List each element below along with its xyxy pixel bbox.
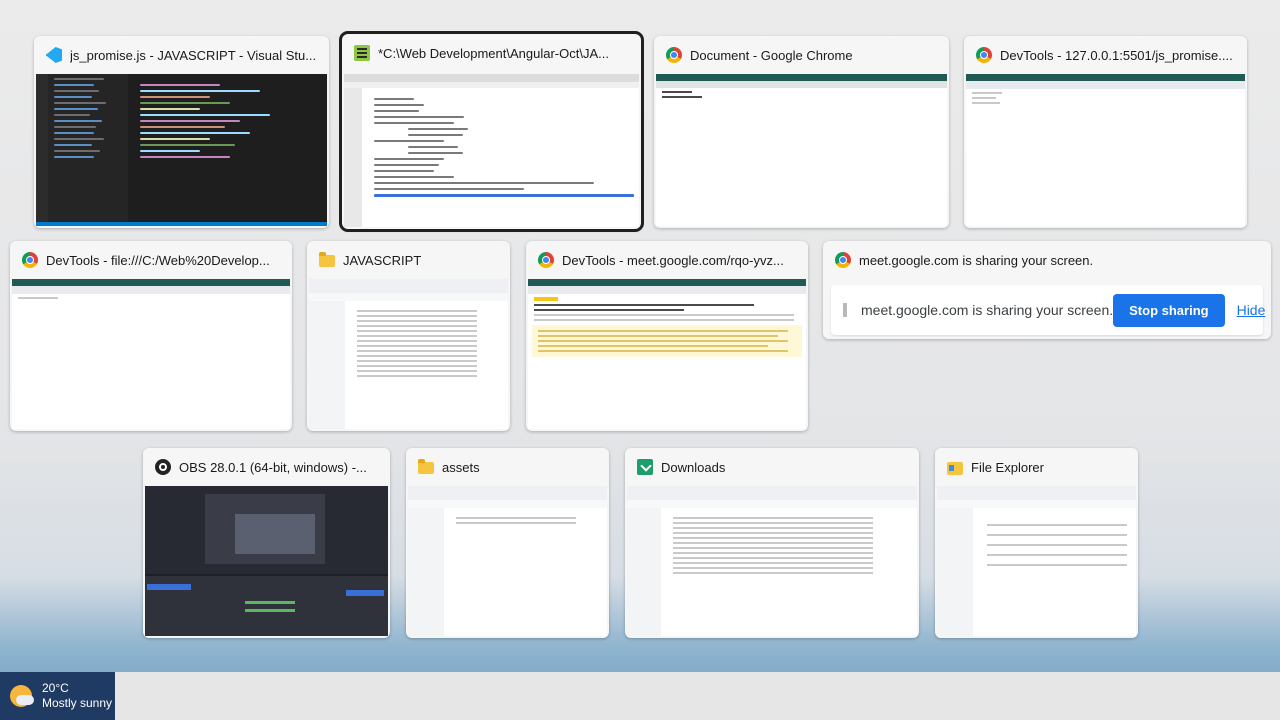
window-title: File Explorer [971,459,1044,475]
window-card-chrome-document[interactable]: Document - Google Chrome [654,36,949,228]
window-card-devtools-file[interactable]: DevTools - file:///C:/Web%20Develop... [10,241,292,431]
window-card-notepad[interactable]: *C:\Web Development\Angular-Oct\JA... [339,31,644,232]
window-thumbnail [966,74,1245,226]
hide-link[interactable]: Hide [1237,302,1266,318]
window-title: js_promise.js - JAVASCRIPT - Visual Stu.… [70,47,317,63]
weather-widget[interactable]: 20°C Mostly sunny [0,672,115,720]
window-card-header: Document - Google Chrome [654,36,949,74]
window-title: Downloads [661,459,726,475]
window-card-header: js_promise.js - JAVASCRIPT - Visual Stu.… [34,36,329,74]
window-title: OBS 28.0.1 (64-bit, windows) -... [179,459,367,475]
window-card-header: Downloads [625,448,919,486]
window-thumbnail [408,486,607,636]
window-card-downloads[interactable]: Downloads [625,448,919,638]
taskbar [0,672,1280,720]
window-card-header: assets [406,448,609,486]
weather-sun-cloud-icon [10,685,34,707]
weather-condition: Mostly sunny [42,696,112,710]
window-thumbnail [656,74,947,226]
chrome-icon [538,252,554,268]
window-card-devtools-meet[interactable]: DevTools - meet.google.com/rqo-yvz... [526,241,808,431]
window-thumbnail [937,486,1136,636]
window-card-header: JAVASCRIPT [307,241,510,279]
notepad-plus-icon [354,45,370,61]
chrome-icon [835,252,851,268]
window-title: DevTools - meet.google.com/rqo-yvz... [562,252,784,268]
stop-sharing-button[interactable]: Stop sharing [1113,293,1225,327]
window-thumbnail [627,486,917,636]
window-card-header: OBS 28.0.1 (64-bit, windows) -... [143,448,390,486]
window-card-vscode[interactable]: js_promise.js - JAVASCRIPT - Visual Stu.… [34,36,329,228]
window-thumbnail [12,279,290,429]
window-card-devtools-promise[interactable]: DevTools - 127.0.0.1:5501/js_promise.... [964,36,1247,228]
window-title: Document - Google Chrome [690,47,853,63]
chrome-icon [976,47,992,63]
window-title: JAVASCRIPT [343,252,422,268]
window-card-header: DevTools - file:///C:/Web%20Develop... [10,241,292,279]
window-card-file-explorer[interactable]: File Explorer [935,448,1138,638]
folder-icon [319,252,335,267]
window-card-javascript-folder[interactable]: JAVASCRIPT [307,241,510,431]
sharing-message: meet.google.com is sharing your screen. [861,302,1114,318]
window-thumbnail [344,74,639,227]
obs-icon [155,459,171,475]
chrome-icon [22,252,38,268]
window-thumbnail [309,279,508,429]
window-card-header: File Explorer [935,448,1138,486]
chrome-icon [666,47,682,63]
window-title: assets [442,459,480,475]
window-card-header: DevTools - meet.google.com/rqo-yvz... [526,241,808,279]
vscode-icon [46,47,62,63]
window-card-meet-sharing[interactable]: meet.google.com is sharing your screen. … [823,241,1271,339]
drag-handle-icon[interactable] [843,303,847,317]
window-thumbnail [36,74,327,226]
window-card-assets-folder[interactable]: assets [406,448,609,638]
window-title: DevTools - file:///C:/Web%20Develop... [46,252,270,268]
file-explorer-icon [947,461,963,475]
weather-temperature: 20°C [42,681,69,695]
downloads-icon [637,459,653,475]
window-title: *C:\Web Development\Angular-Oct\JA... [378,45,609,61]
sharing-notification-bar: meet.google.com is sharing your screen. … [831,285,1266,335]
window-card-obs[interactable]: OBS 28.0.1 (64-bit, windows) -... [143,448,390,638]
window-card-header: meet.google.com is sharing your screen. [823,241,1271,279]
window-thumbnail [145,486,388,636]
window-card-header: *C:\Web Development\Angular-Oct\JA... [342,34,641,72]
window-title: meet.google.com is sharing your screen. [859,252,1094,268]
window-thumbnail [528,279,806,429]
window-title: DevTools - 127.0.0.1:5501/js_promise.... [1000,47,1233,63]
folder-icon [418,459,434,474]
window-card-header: DevTools - 127.0.0.1:5501/js_promise.... [964,36,1247,74]
